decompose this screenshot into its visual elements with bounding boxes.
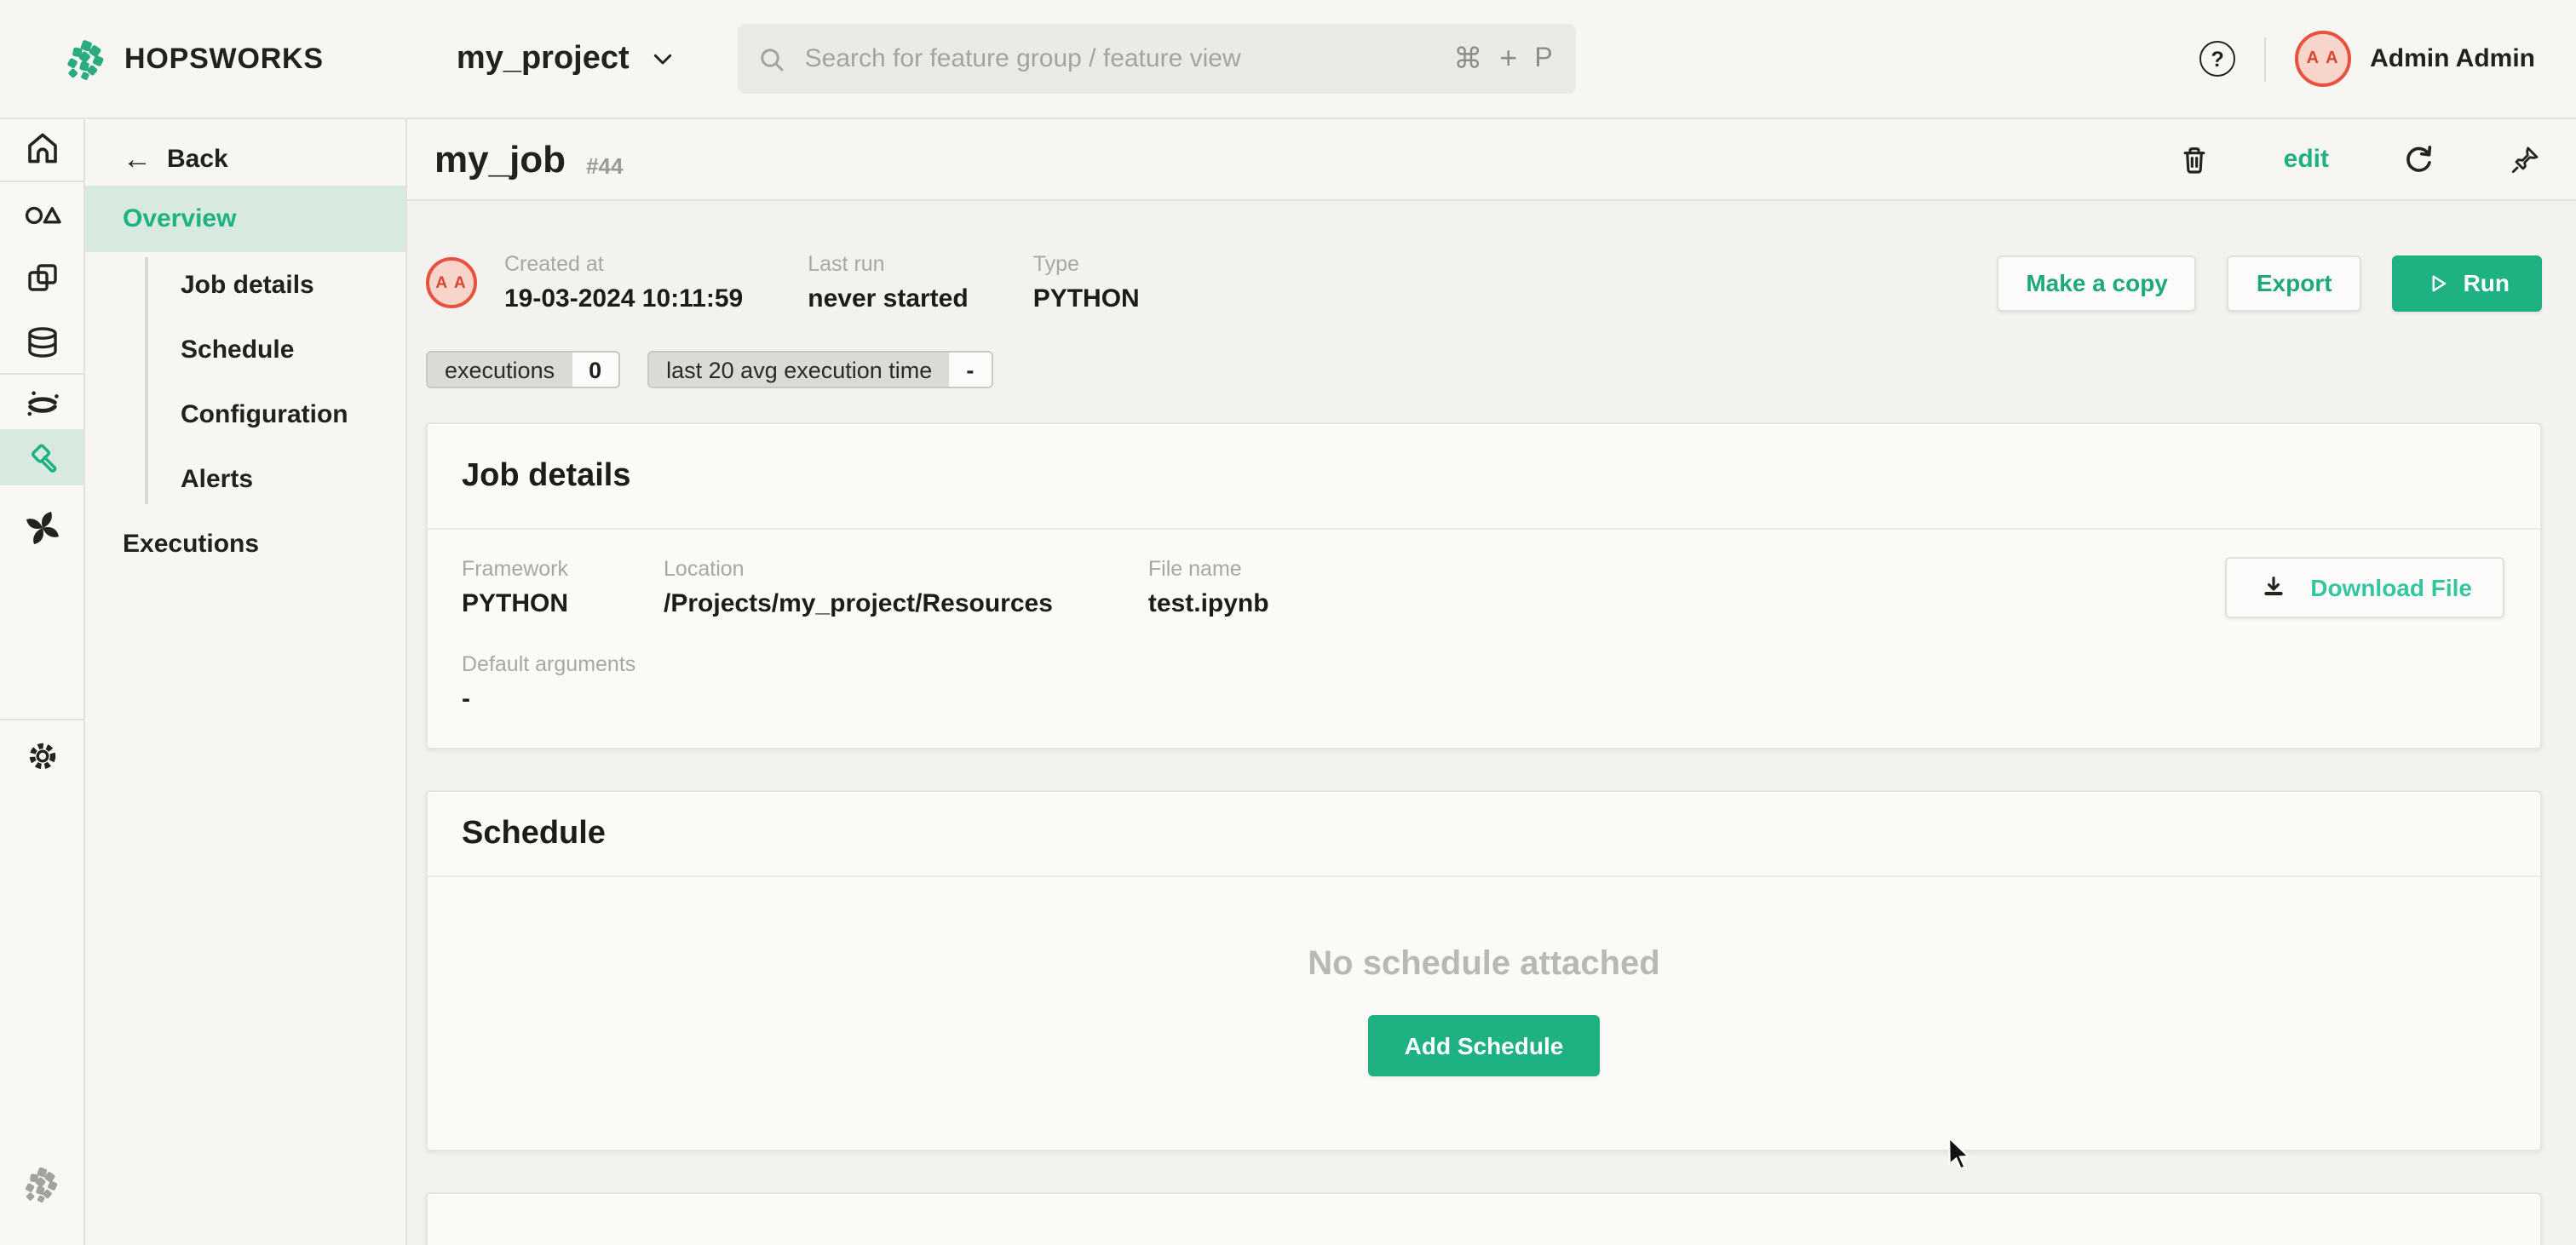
meta-created-at: Created at 19-03-2024 10:11:59 [504, 252, 743, 313]
back-label: Back [167, 144, 228, 173]
download-file-button[interactable]: Download File [2225, 557, 2504, 618]
make-a-copy-button[interactable]: Make a copy [1997, 255, 2197, 311]
delete-trash-icon[interactable] [2178, 142, 2212, 176]
back-button[interactable]: ← Back [85, 135, 405, 182]
sidebar-subtree-line [145, 257, 148, 504]
plus-key-icon: + [1499, 41, 1517, 77]
sidebar-item-configuration[interactable]: Configuration [85, 382, 405, 446]
rail-divider [0, 719, 83, 720]
storage-connectors-icon[interactable] [21, 322, 62, 363]
home-icon[interactable] [21, 128, 62, 169]
settings-gear-icon[interactable] [21, 736, 62, 777]
meta-type: Type PYTHON [1033, 252, 1140, 313]
user-name: Admin Admin [2370, 44, 2535, 73]
add-schedule-button[interactable]: Add Schedule [1369, 1015, 1600, 1076]
feature-groups-icon[interactable] [21, 192, 62, 233]
rail-divider [0, 181, 83, 182]
schedule-card: Schedule No schedule attached Add Schedu… [426, 790, 2542, 1151]
sidebar-item-alerts[interactable]: Alerts [85, 446, 405, 511]
job-id-badge: #44 [586, 152, 623, 178]
hopsworks-footer-hop-icon [22, 1165, 61, 1204]
sidebar-item-executions[interactable]: Executions [85, 511, 405, 576]
executions-badge: executions 0 [426, 351, 620, 388]
schedule-card-header: Schedule [428, 792, 2540, 877]
global-search[interactable]: ⌘ + P [739, 24, 1577, 94]
job-meta-row: A A Created at 19-03-2024 10:11:59 Last … [426, 252, 2542, 313]
export-button[interactable]: Export [2228, 255, 2361, 311]
field-file-name: File name test.ipynb [1148, 557, 1269, 618]
run-button[interactable]: Run [2392, 255, 2542, 311]
job-owner-avatar: A A [426, 257, 477, 308]
icon-rail [0, 119, 85, 1245]
model-serving-icon[interactable] [21, 383, 62, 424]
sidebar-item-job-details[interactable]: Job details [85, 252, 405, 317]
hopsworks-hop-icon [65, 37, 109, 81]
pin-icon[interactable] [2508, 142, 2542, 176]
topbar: HOPSWORKS my_project ⌘ + P ? A A Admin A… [0, 0, 2576, 119]
rail-divider [0, 373, 83, 375]
job-details-card: Job details Framework PYTHON Location /P… [426, 422, 2542, 749]
jobs-hammer-icon [23, 439, 60, 476]
field-location: Location /Projects/my_project/Resources [664, 557, 1053, 618]
sidebar-item-schedule[interactable]: Schedule [85, 317, 405, 382]
download-icon [2257, 571, 2290, 604]
project-selector[interactable]: my_project [457, 40, 677, 77]
search-shortcuts: ⌘ + P [1453, 41, 1552, 77]
p-key-icon: P [1534, 43, 1552, 74]
hopsworks-logo[interactable]: HOPSWORKS [65, 37, 324, 81]
main-content: my_job #44 edit [407, 119, 2576, 1245]
next-section-card [426, 1192, 2542, 1245]
airflow-pinwheel-icon[interactable] [21, 508, 62, 548]
brand-name: HOPSWORKS [124, 42, 324, 76]
sidebar-item-overview[interactable]: Overview [85, 186, 405, 252]
jobs-rail-item-active[interactable] [0, 429, 83, 485]
refresh-icon[interactable] [2401, 141, 2436, 177]
app-root: HOPSWORKS my_project ⌘ + P ? A A Admin A… [0, 0, 2576, 1245]
job-header: my_job #44 edit [407, 119, 2576, 201]
page-title: my_job [434, 137, 566, 181]
no-schedule-text: No schedule attached [1308, 945, 1659, 984]
job-details-card-header: Job details [428, 424, 2540, 530]
field-default-arguments: Default arguments - [462, 652, 2504, 714]
chevron-down-icon [650, 45, 677, 72]
meta-last-run: Last run never started [808, 252, 968, 313]
job-stat-badges: executions 0 last 20 avg execution time … [426, 351, 2542, 388]
field-framework: Framework PYTHON [462, 557, 568, 618]
search-icon [759, 45, 786, 72]
user-avatar[interactable]: A A [2295, 31, 2351, 87]
project-name: my_project [457, 40, 630, 77]
search-input[interactable] [802, 43, 1454, 75]
help-icon[interactable]: ? [2199, 41, 2235, 77]
avg-execution-time-badge: last 20 avg execution time - [647, 351, 992, 388]
edit-link[interactable]: edit [2284, 145, 2329, 174]
topbar-divider [2264, 37, 2266, 81]
back-arrow-icon: ← [123, 144, 152, 173]
play-icon [2424, 270, 2450, 295]
feature-views-icon[interactable] [21, 257, 62, 298]
schedule-empty-state: No schedule attached Add Schedule [428, 877, 2540, 1150]
job-overview-scroll: A A Created at 19-03-2024 10:11:59 Last … [407, 201, 2576, 1245]
job-sidebar: ← Back Overview Job details Schedule Con… [85, 119, 407, 1245]
command-key-icon: ⌘ [1453, 42, 1482, 76]
